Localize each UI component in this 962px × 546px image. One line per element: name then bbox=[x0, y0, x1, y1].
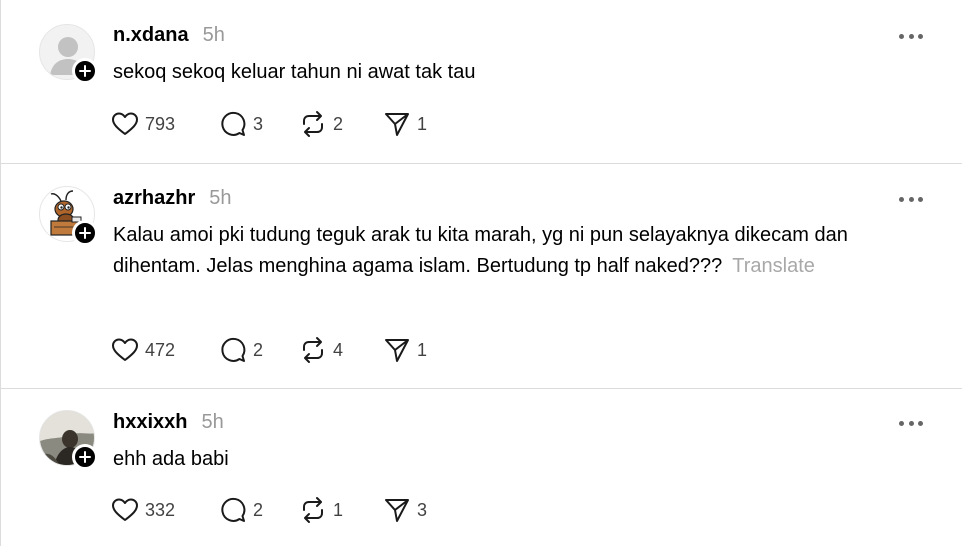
comment-icon bbox=[221, 337, 246, 362]
send-icon bbox=[385, 113, 409, 136]
repost-icon bbox=[303, 497, 323, 523]
repost-button[interactable]: 2 bbox=[299, 110, 343, 138]
more-options-icon[interactable] bbox=[899, 31, 923, 41]
like-count: 793 bbox=[145, 113, 176, 134]
repost-button[interactable]: 1 bbox=[299, 496, 343, 524]
comment-icon bbox=[221, 111, 246, 136]
heart-icon bbox=[112, 498, 138, 521]
plus-icon bbox=[79, 65, 91, 77]
more-options-icon[interactable] bbox=[899, 418, 923, 428]
post-text: Kalau amoi pki tudung teguk arak tu kita… bbox=[113, 220, 853, 282]
share-count: 3 bbox=[417, 499, 428, 520]
timestamp[interactable]: 5h bbox=[203, 24, 225, 47]
timestamp[interactable]: 5h bbox=[201, 411, 223, 434]
post: hxxixxh 5h ehh ada babi 332 2 1 3 bbox=[0, 388, 962, 546]
follow-button[interactable] bbox=[72, 58, 98, 84]
share-button[interactable]: 1 bbox=[383, 336, 427, 364]
reply-count: 2 bbox=[253, 339, 264, 360]
username[interactable]: hxxixxh bbox=[113, 411, 187, 434]
post-body: ehh ada babi bbox=[113, 448, 229, 470]
share-count: 1 bbox=[417, 339, 428, 360]
plus-icon bbox=[79, 451, 91, 463]
like-button[interactable]: 332 bbox=[111, 496, 175, 524]
reply-button[interactable]: 3 bbox=[219, 110, 263, 138]
repost-icon bbox=[303, 111, 323, 137]
like-count: 332 bbox=[145, 499, 176, 520]
follow-button[interactable] bbox=[72, 220, 98, 246]
like-button[interactable]: 472 bbox=[111, 336, 175, 364]
share-count: 1 bbox=[417, 113, 428, 134]
avatar-wrapper[interactable] bbox=[39, 186, 98, 246]
translate-link[interactable]: Translate bbox=[732, 255, 815, 277]
post-text: sekoq sekoq keluar tahun ni awat tak tau bbox=[113, 57, 893, 88]
post-header: hxxixxh 5h bbox=[113, 411, 224, 434]
share-button[interactable]: 1 bbox=[383, 110, 427, 138]
threads-feed: n.xdana 5h sekoq sekoq keluar tahun ni a… bbox=[0, 0, 962, 546]
like-count: 472 bbox=[145, 339, 176, 360]
more-options-icon[interactable] bbox=[899, 194, 923, 204]
send-icon bbox=[385, 339, 409, 362]
send-icon bbox=[385, 499, 409, 522]
repost-count: 4 bbox=[333, 339, 344, 360]
comment-icon bbox=[221, 497, 246, 522]
avatar-wrapper[interactable] bbox=[39, 410, 98, 470]
username[interactable]: azrhazhr bbox=[113, 187, 195, 210]
repost-button[interactable]: 4 bbox=[299, 336, 343, 364]
heart-icon bbox=[112, 338, 138, 361]
post-header: n.xdana 5h bbox=[113, 24, 225, 47]
post-body: sekoq sekoq keluar tahun ni awat tak tau bbox=[113, 61, 476, 83]
follow-button[interactable] bbox=[72, 444, 98, 470]
plus-icon bbox=[79, 227, 91, 239]
reply-button[interactable]: 2 bbox=[219, 336, 263, 364]
post-header: azrhazhr 5h bbox=[113, 187, 232, 210]
avatar-wrapper[interactable] bbox=[39, 24, 98, 84]
like-button[interactable]: 793 bbox=[111, 110, 175, 138]
repost-icon bbox=[303, 337, 323, 363]
share-button[interactable]: 3 bbox=[383, 496, 427, 524]
post: azrhazhr 5h Kalau amoi pki tudung teguk … bbox=[0, 163, 962, 388]
timestamp[interactable]: 5h bbox=[209, 187, 231, 210]
username[interactable]: n.xdana bbox=[113, 24, 189, 47]
post: n.xdana 5h sekoq sekoq keluar tahun ni a… bbox=[0, 0, 962, 163]
post-text: ehh ada babi bbox=[113, 444, 893, 475]
reply-button[interactable]: 2 bbox=[219, 496, 263, 524]
repost-count: 1 bbox=[333, 499, 344, 520]
reply-count: 2 bbox=[253, 499, 264, 520]
heart-icon bbox=[112, 112, 138, 135]
repost-count: 2 bbox=[333, 113, 344, 134]
reply-count: 3 bbox=[253, 113, 264, 134]
